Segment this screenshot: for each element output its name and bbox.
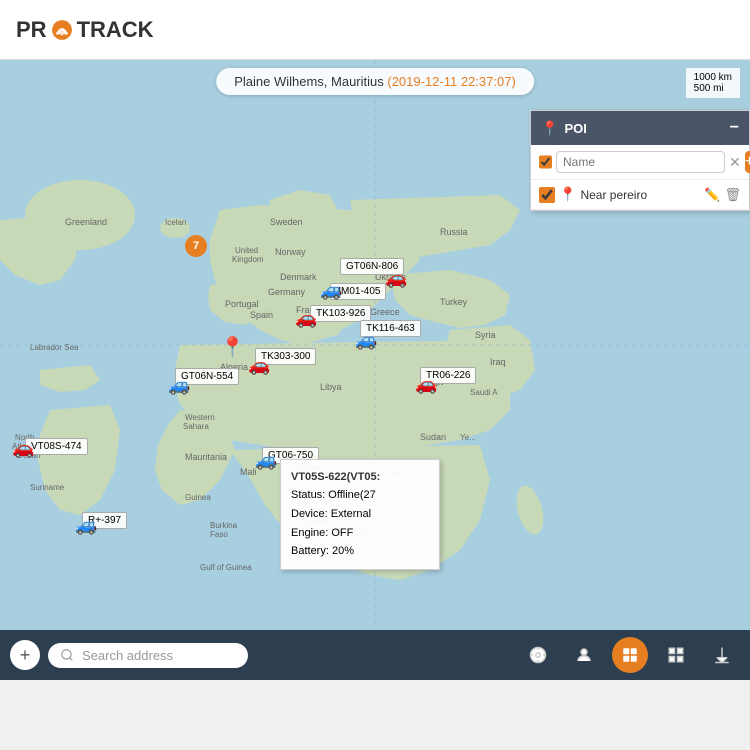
search-bar[interactable]: Search address <box>48 643 248 668</box>
svg-text:Greece: Greece <box>370 307 400 317</box>
poi-minimize-button[interactable]: − <box>730 119 739 137</box>
poi-item-checkbox[interactable] <box>539 187 555 203</box>
svg-text:Sudan: Sudan <box>420 432 446 442</box>
grid-icon <box>667 646 685 664</box>
svg-text:Ye...: Ye... <box>460 433 476 442</box>
group-icon-button[interactable] <box>566 637 602 673</box>
location-place: Plaine Wilhems, Mauritius <box>234 74 384 89</box>
cluster-badge[interactable]: 7 <box>185 235 207 257</box>
svg-text:Greenland: Greenland <box>65 217 107 227</box>
vehicle-icon-tk116463: 🚙 <box>355 330 377 351</box>
svg-text:Libya: Libya <box>320 382 342 392</box>
info-popup: VT05S-622(VT05: Status: Offline(27 Devic… <box>280 459 440 570</box>
scale-km: 1000 km <box>694 72 732 83</box>
search-placeholder: Search address <box>82 648 173 663</box>
info-battery: Battery: 20% <box>291 542 429 561</box>
poi-search-clear[interactable]: ✕ <box>729 154 741 171</box>
svg-text:Spain: Spain <box>250 310 273 320</box>
logo-text-pre: PR <box>16 17 47 43</box>
map-container[interactable]: Greenland Sweden Norway Denmark UnitedKi… <box>0 60 750 630</box>
poi-item-label: Near pereiro <box>580 188 700 202</box>
bottom-toolbar: + Search address <box>0 630 750 680</box>
poi-add-button[interactable]: + <box>745 151 750 173</box>
scale-mi: 500 mi <box>694 83 732 94</box>
cluster-icon-button[interactable] <box>612 637 648 673</box>
poi-item-pin-icon: 📍 <box>559 186 576 203</box>
svg-text:Portugal: Portugal <box>225 299 259 309</box>
svg-text:Saudi A: Saudi A <box>470 388 498 397</box>
location-datetime: (2019-12-11 22:37:07) <box>387 74 515 89</box>
toolbar-icons <box>520 637 740 673</box>
svg-text:Gulf of Guinea: Gulf of Guinea <box>200 563 252 572</box>
grid-icon-button[interactable] <box>658 637 694 673</box>
poi-pin-icon: 📍 <box>541 120 558 137</box>
vehicle-icon-tk303300: 🚗 <box>248 355 270 376</box>
poi-checkbox-search[interactable] <box>539 154 552 170</box>
scale-bar: 1000 km 500 mi <box>686 68 740 98</box>
info-title: VT05S-622(VT05: <box>291 468 429 487</box>
poi-item-actions: ✏️ 🗑 <box>704 187 741 203</box>
svg-text:Denmark: Denmark <box>280 272 317 282</box>
svg-text:Russia: Russia <box>440 227 468 237</box>
header: PR TRACK <box>0 0 750 60</box>
group-icon <box>575 646 593 664</box>
vehicle-icon-r397: 🚙 <box>75 515 97 536</box>
location-icon-button[interactable] <box>520 637 556 673</box>
vehicle-icon-gt06750: 🚙 <box>255 450 277 471</box>
svg-text:Icelan: Icelan <box>165 218 186 227</box>
poi-search-input[interactable] <box>556 151 725 173</box>
location-icon <box>529 646 547 664</box>
vehicle-icon-jm01405: 🚙 <box>320 280 342 301</box>
location-bar: Plaine Wilhems, Mauritius (2019-12-11 22… <box>216 68 534 95</box>
poi-title: POI <box>564 121 586 136</box>
info-device: Device: External <box>291 505 429 524</box>
poi-delete-button[interactable]: 🗑 <box>724 187 741 203</box>
svg-text:Guinea: Guinea <box>185 493 211 502</box>
search-icon <box>60 648 74 662</box>
svg-text:Syria: Syria <box>475 330 496 340</box>
logo: PR TRACK <box>16 17 154 43</box>
svg-text:Suriname: Suriname <box>30 483 65 492</box>
download-icon-button[interactable] <box>704 637 740 673</box>
vehicle-icon-gt06n806: 🚗 <box>385 268 407 289</box>
vehicle-icon-gt06n554: 🚙 <box>168 375 190 396</box>
download-icon <box>713 646 731 664</box>
svg-text:Sweden: Sweden <box>270 217 303 227</box>
vehicle-icon-tr06226: 🚗 <box>415 374 437 395</box>
logo-text-post: TRACK <box>77 17 154 43</box>
vehicle-icon-tk103926: 🚗 <box>295 308 317 329</box>
svg-text:Norway: Norway <box>275 247 306 257</box>
vehicle-icon-vt08s474: 🚗 <box>12 438 34 459</box>
info-engine: Engine: OFF <box>291 524 429 543</box>
poi-search-row: ✕ + <box>531 145 749 180</box>
poi-edit-button[interactable]: ✏️ <box>704 187 720 203</box>
poi-item-row: 📍 Near pereiro ✏️ 🗑 <box>531 180 749 210</box>
info-status: Status: Offline(27 <box>291 486 429 505</box>
svg-text:Germany: Germany <box>268 287 306 297</box>
poi-header: 📍 POI − <box>531 111 749 145</box>
cluster-icon <box>621 646 639 664</box>
map-marker[interactable]: 📍 <box>220 335 245 360</box>
svg-text:Mauritania: Mauritania <box>185 452 227 462</box>
svg-text:Iraq: Iraq <box>490 357 506 367</box>
svg-text:Labrador Sea: Labrador Sea <box>30 343 79 352</box>
add-button[interactable]: + <box>10 640 40 670</box>
poi-panel: 📍 POI − ✕ + 📍 Near pereiro ✏️ 🗑 <box>530 110 750 211</box>
logo-icon <box>51 19 73 41</box>
svg-text:Turkey: Turkey <box>440 297 468 307</box>
